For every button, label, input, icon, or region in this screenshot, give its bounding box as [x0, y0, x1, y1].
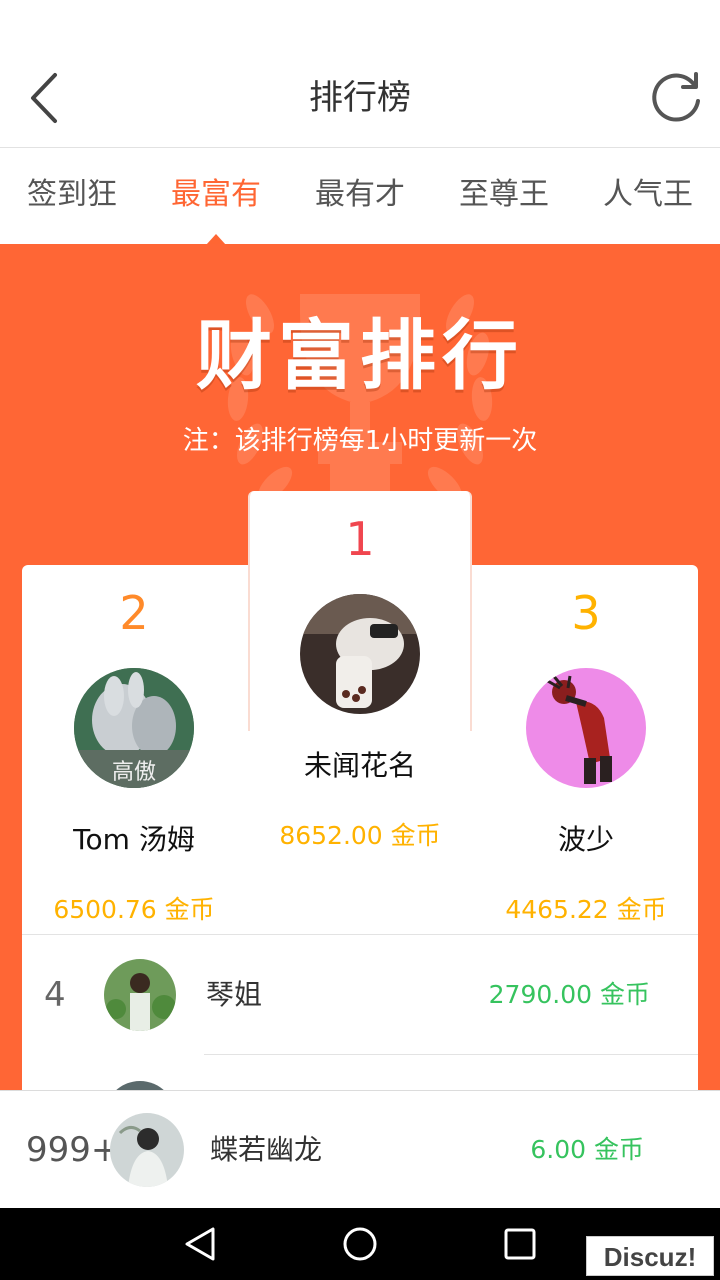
- refresh-button[interactable]: [646, 68, 706, 128]
- rank-1-name: 未闻花名: [303, 749, 416, 782]
- avatar-caption: 高傲: [111, 760, 156, 785]
- rank-2-number: 2: [119, 586, 149, 640]
- my-name: 蝶若幽龙: [210, 1133, 323, 1166]
- banner-title: 财富排行: [196, 311, 524, 400]
- tab-richest[interactable]: 最富有: [144, 149, 288, 245]
- rank-1-number: 1: [345, 512, 375, 566]
- rank-2-coins: 6500.76 金币: [53, 895, 215, 924]
- discuz-watermark: Discuz!: [586, 1236, 714, 1276]
- circle-home-icon: [343, 1227, 377, 1261]
- tab-supreme[interactable]: 至尊王: [432, 149, 576, 244]
- chevron-left-icon: [31, 73, 57, 123]
- photo-avatar-icon: [300, 594, 420, 714]
- update-note: 注：该排行榜每1小时更新一次: [182, 426, 538, 456]
- ranking-list: 4 琴姐 2790.00 金币: [22, 934, 698, 1094]
- my-coins: 6.00 金币: [530, 1135, 644, 1164]
- rank-3-avatar[interactable]: [526, 668, 646, 788]
- nav-recents-button[interactable]: [496, 1220, 544, 1268]
- rank-2-name: Tom 汤姆: [73, 823, 195, 856]
- status-bar: [0, 0, 720, 48]
- triangle-back-icon: [185, 1227, 215, 1261]
- refresh-icon: [652, 72, 700, 122]
- app-header: 排行榜: [0, 48, 720, 148]
- divider: [204, 1054, 698, 1055]
- rank-1-avatar[interactable]: [300, 594, 420, 714]
- square-recents-icon: [504, 1228, 536, 1260]
- ranking-tabs: 签到狂 最富有 最有才 至尊王 人气王: [0, 149, 720, 245]
- tab-checkin[interactable]: 签到狂: [0, 149, 144, 244]
- back-button[interactable]: [14, 68, 74, 128]
- nav-home-button[interactable]: [336, 1220, 384, 1268]
- my-rank-bar[interactable]: 999+ 蝶若幽龙 6.00 金币: [0, 1090, 720, 1208]
- rank-1-coins: 8652.00 金币: [279, 821, 441, 850]
- tab-talent[interactable]: 最有才: [288, 149, 432, 244]
- list-item-avatar: [104, 959, 176, 1031]
- tab-popular[interactable]: 人气王: [576, 149, 720, 244]
- list-item[interactable]: 4 琴姐 2790.00 金币: [22, 935, 698, 1055]
- nav-back-button[interactable]: [176, 1220, 224, 1268]
- page-title: 排行榜: [309, 78, 411, 118]
- rank-2-avatar[interactable]: 高傲: [74, 668, 194, 788]
- my-rank-number: 999+: [26, 1130, 120, 1170]
- list-item-name: 琴姐: [206, 978, 263, 1011]
- rank-3-name: 波少: [557, 823, 614, 856]
- rank-3-coins: 4465.22 金币: [505, 895, 667, 924]
- rank-3-number: 3: [571, 586, 601, 640]
- basketball-avatar-icon: [526, 668, 646, 788]
- list-item-coins: 2790.00 金币: [488, 980, 650, 1009]
- my-avatar: [110, 1113, 184, 1187]
- system-nav-bar: Discuz!: [0, 1208, 720, 1280]
